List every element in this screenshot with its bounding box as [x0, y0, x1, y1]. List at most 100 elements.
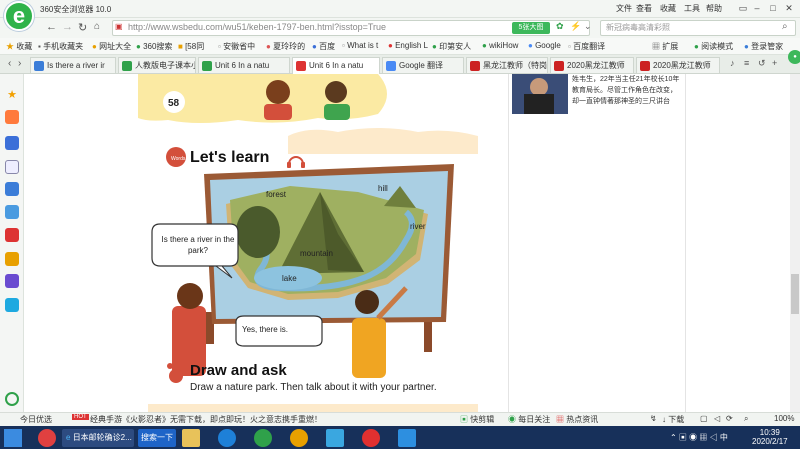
bookmark-360-search[interactable]: ● 360搜索 [136, 41, 172, 52]
bookmark-favorites[interactable]: ★ 收藏 [6, 41, 32, 52]
title-bar [0, 0, 800, 18]
tab-8[interactable]: 2020黑龙江教师 [636, 57, 720, 73]
sidebar-game-icon[interactable] [5, 205, 19, 219]
tencent-meeting-icon[interactable] [398, 429, 416, 447]
login-button[interactable]: ● 登录管家 [744, 41, 783, 52]
search-placeholder: 新冠病毒高清彩照 [606, 23, 670, 32]
bookmark-mobile[interactable]: ▪ 手机收藏夹 [38, 41, 83, 52]
bookmark-english[interactable]: ● English L [388, 41, 428, 50]
tab-3[interactable]: Unit 6 In a natu [198, 57, 290, 73]
status-news-ticker[interactable]: 经典手游《火影忍者》无需下载，即点即玩！火之意志携手重燃！ [90, 414, 322, 425]
sidebar-pay-icon[interactable] [5, 298, 19, 312]
sidebar-app-icon[interactable] [5, 110, 19, 124]
chrome-icon[interactable] [290, 429, 308, 447]
taskbar-search-button[interactable]: 搜索一下 [138, 429, 176, 447]
browser-logo-icon[interactable]: e [4, 1, 34, 31]
ie-browser-icon[interactable] [218, 429, 236, 447]
status-daily-follow[interactable]: ◉ 每日关注 [508, 414, 550, 425]
bookmark-google[interactable]: ● Google [528, 41, 561, 50]
minimize-button[interactable]: – [750, 2, 764, 14]
tab-label: Google 翻译 [399, 61, 444, 70]
status-daily-picks[interactable]: 今日优选 [20, 414, 52, 425]
360-browser-icon[interactable] [254, 429, 272, 447]
extensions-button[interactable]: ▦ 扩展 [652, 41, 678, 52]
menu-tools[interactable]: 工具 [684, 3, 700, 14]
reading-mode-button[interactable]: ● 阅读模式 [694, 41, 733, 52]
tab-scroll-right-icon[interactable]: › [18, 58, 21, 69]
sidebar-shop-icon[interactable] [5, 274, 19, 288]
status-zoom-icon[interactable]: ⌕ [744, 414, 748, 424]
skin-icon[interactable]: ▭ [736, 2, 750, 14]
taskbar-window-button[interactable]: e 日本邮轮确诊2... [62, 429, 134, 447]
undo-close-icon[interactable]: ↺ [758, 58, 766, 69]
status-speed-icon[interactable]: ↯ [650, 414, 657, 423]
status-hot-news[interactable]: ▦ 热点资讯 [556, 414, 598, 425]
status-sound-icon[interactable]: ◁ [714, 414, 720, 423]
menu-file[interactable]: 文件 [616, 3, 632, 14]
new-tab-icon[interactable]: + [772, 58, 777, 68]
audio-icon[interactable]: ♪ [730, 58, 735, 68]
netease-music-icon[interactable] [362, 429, 380, 447]
windows-start-icon[interactable] [4, 429, 22, 447]
tab-favicon-icon [296, 61, 306, 71]
sidebar-cloud-icon[interactable] [5, 182, 19, 196]
tab-4[interactable]: Unit 6 In a natu [292, 57, 380, 74]
ad-text[interactable]: 姓韦生，22年当主任21年校长10年 教育局长。尽管工作角色在改变， 却一直钟情著那… [572, 74, 684, 107]
taskbar-app-icon[interactable] [38, 429, 56, 447]
sidebar-news-icon[interactable] [5, 136, 19, 150]
bookmark-what-is[interactable]: ▫ What is t [342, 41, 378, 50]
refresh-icon[interactable]: ↻ [78, 21, 87, 34]
chevron-down-icon[interactable]: ⌄ [584, 21, 592, 32]
menu-favorites[interactable]: 收藏 [660, 3, 676, 14]
menu-help[interactable]: 帮助 [706, 3, 722, 14]
tab-scroll-left-icon[interactable]: ‹ [8, 58, 11, 69]
status-doc-icon[interactable]: ▢ [700, 414, 708, 423]
tray-icons[interactable]: ⌃ ▣ ◉ ▦ ◁ 中 [670, 432, 728, 443]
tab-list-icon[interactable]: ≡ [744, 58, 749, 68]
ad-photo[interactable] [512, 74, 568, 114]
lightning-icon[interactable]: ⚡ [570, 21, 581, 32]
scrollbar-thumb[interactable] [791, 274, 799, 314]
menu-view[interactable]: 查看 [636, 3, 652, 14]
forward-icon[interactable]: → [62, 21, 73, 33]
url-text[interactable]: http://www.wsbedu.com/wu51/keben-1797-be… [128, 22, 386, 32]
search-icon[interactable]: ⌕ [782, 21, 788, 32]
tab-5[interactable]: Google 翻译 [382, 57, 464, 73]
sidebar-music-icon[interactable] [5, 252, 19, 266]
sidebar-favorites-icon[interactable]: ★ [5, 88, 19, 102]
speed-badge-icon[interactable]: ● [788, 50, 800, 64]
home-icon[interactable]: ⌂ [94, 21, 100, 32]
bookmark-anhui[interactable]: ▫ 安徽省中 [218, 41, 255, 52]
sidebar-video-icon[interactable] [5, 228, 19, 242]
tab-favicon-icon [640, 61, 650, 71]
status-quick-clip[interactable]: ▣ 快剪辑 [460, 414, 494, 425]
tab-label: Unit 6 In a natu [309, 61, 364, 70]
bookmark-url-directory[interactable]: ● 网址大全 [92, 41, 131, 52]
bookmark-baidu-translate[interactable]: ▫ 百度翻译 [568, 41, 605, 52]
taskbar-clock[interactable]: 10:39 2020/2/17 [752, 428, 788, 446]
label-river: river [410, 222, 426, 231]
status-rotate-icon[interactable]: ⟳ [726, 414, 733, 423]
bookmark-indian[interactable]: ● 印第安人 [432, 41, 471, 52]
image-badge[interactable]: 5张大图 [512, 22, 550, 34]
close-button[interactable]: ✕ [782, 2, 796, 14]
tab-2[interactable]: 人教版电子课本小 [118, 57, 196, 73]
bookmark-wikihow[interactable]: ● wikiHow [482, 41, 518, 50]
status-download[interactable]: ↓ 下载 [662, 414, 684, 425]
back-icon[interactable]: ← [46, 21, 57, 33]
wps-icon[interactable] [326, 429, 344, 447]
sidebar-settings-icon[interactable] [5, 392, 19, 406]
maximize-button[interactable]: □ [766, 2, 780, 14]
file-explorer-icon[interactable] [182, 429, 200, 447]
tab-6[interactable]: 黑龙江教师（特岗 [466, 57, 548, 73]
bookmark-xia[interactable]: ● 夏玲玲的 [266, 41, 305, 52]
draw-and-ask-title: Draw and ask [190, 362, 287, 379]
bookmark-58[interactable]: ■ [58同 [178, 41, 204, 52]
sidebar-doc-icon[interactable] [5, 160, 19, 174]
tab-1[interactable]: Is there a river ir [30, 57, 116, 73]
tab-7[interactable]: 2020黑龙江教师 [550, 57, 634, 73]
gear-icon[interactable]: ✿ [556, 21, 564, 32]
status-zoom-level[interactable]: 100% [774, 414, 794, 423]
bookmark-baidu[interactable]: ● 百度 [312, 41, 335, 52]
vertical-scrollbar[interactable] [790, 74, 800, 412]
